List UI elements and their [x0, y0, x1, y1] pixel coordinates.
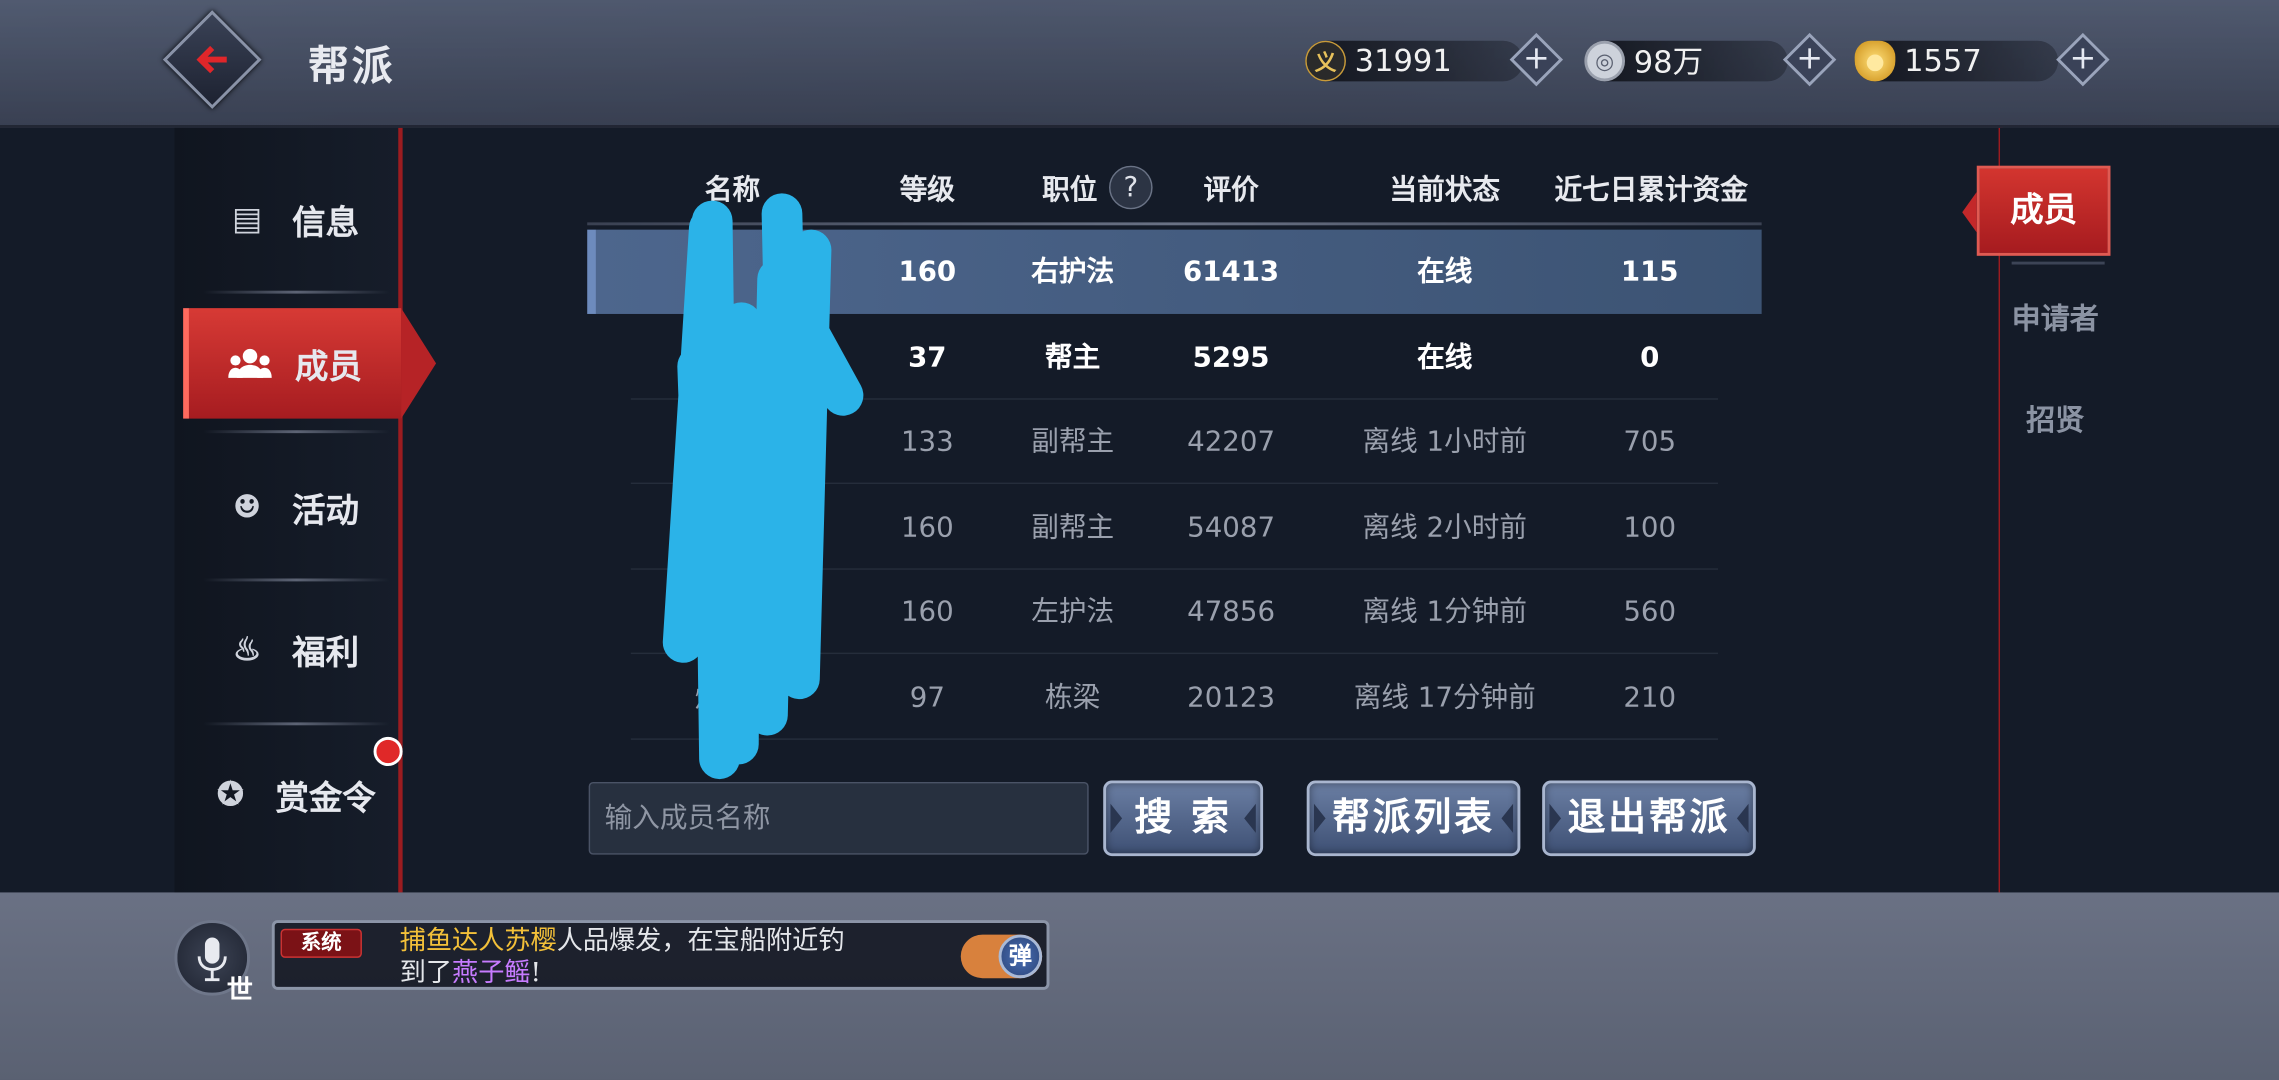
cell-level: 97: [909, 680, 945, 713]
mask-icon: ☻: [232, 488, 262, 527]
sidebar-item-label: 成员: [295, 347, 362, 387]
notification-dot: [373, 736, 403, 766]
cell-rating: 61413: [1183, 255, 1280, 288]
bounty-token-icon: ✪: [216, 776, 244, 814]
page-title: 帮派: [308, 42, 396, 91]
silver-coin-icon: ◎: [1584, 40, 1626, 82]
cell-level: 160: [900, 510, 954, 543]
tab-applicants[interactable]: 申请者: [2000, 295, 2110, 337]
sidebar-item-label: 活动: [292, 491, 360, 531]
help-icon[interactable]: ?: [1109, 165, 1153, 210]
cell-rating: 42207: [1187, 425, 1276, 458]
back-arrow-icon: [196, 45, 227, 74]
column-header-position: 职位: [1042, 174, 1098, 207]
cell-funds: 0: [1640, 340, 1660, 373]
cell-funds: 115: [1620, 255, 1679, 288]
cell-rating: 54087: [1187, 510, 1276, 543]
currency-value: 31991: [1354, 43, 1452, 79]
guild-list-button[interactable]: 帮派列表: [1306, 780, 1521, 857]
plus-icon: +: [1522, 40, 1550, 78]
chat-message-box[interactable]: 系统 捕鱼达人苏樱人品爆发，在宝船附近钓 到了燕子鳐! 弹: [271, 920, 1050, 990]
cell-status: 在线: [1417, 340, 1473, 373]
sidebar-item-info[interactable]: ▤ 信息: [183, 163, 401, 276]
search-button[interactable]: 搜 索: [1103, 780, 1264, 857]
cell-funds: 705: [1623, 425, 1677, 458]
sidebar-item-welfare[interactable]: ♨ 福利: [183, 593, 401, 706]
voice-button[interactable]: 世: [174, 920, 253, 1006]
currency-value: 1557: [1904, 43, 1982, 79]
sidebar-item-label: 福利: [292, 633, 360, 673]
currency-value: 98万: [1633, 45, 1704, 80]
cell-status: 离线 17分钟前: [1353, 680, 1536, 713]
cell-level: 160: [898, 255, 957, 288]
cell-level: 133: [900, 425, 954, 458]
plus-icon: +: [2069, 40, 2097, 78]
cell-position: 左护法: [1031, 595, 1115, 628]
sidebar-item-label: 信息: [292, 203, 360, 243]
column-header-status: 当前状态: [1389, 174, 1501, 207]
currency-silver: ◎ 98万: [1584, 38, 1802, 85]
cell-status: 离线 1小时前: [1362, 425, 1527, 458]
toggle-knob: 弹: [998, 934, 1043, 979]
censor-scribble: [662, 193, 864, 780]
cell-funds: 560: [1623, 595, 1677, 628]
sidebar-item-label: 赏金令: [275, 779, 376, 819]
tab-members[interactable]: 成员: [1962, 165, 2111, 256]
cell-status: 离线 1分钟前: [1362, 595, 1527, 628]
cell-level: 160: [900, 595, 954, 628]
cell-funds: 100: [1623, 510, 1677, 543]
cell-position: 副帮主: [1031, 425, 1115, 458]
column-header-funds: 近七日累计资金: [1554, 174, 1748, 207]
plus-icon: +: [1796, 40, 1824, 78]
members-icon: [228, 344, 272, 382]
cell-position: 右护法: [1031, 255, 1115, 288]
cell-funds: 210: [1623, 680, 1677, 713]
leave-guild-button[interactable]: 退出帮派: [1542, 780, 1756, 857]
cell-position: 帮主: [1045, 340, 1101, 373]
cell-status: 离线 2小时前: [1362, 510, 1527, 543]
cell-rating: 20123: [1187, 680, 1276, 713]
currency-gold: ● 1557: [1854, 38, 2073, 85]
chat-message: 捕鱼达人苏樱人品爆发，在宝船附近钓 到了燕子鳐!: [399, 925, 845, 989]
microphone-icon: [197, 937, 227, 982]
id-card-icon: ▤: [231, 200, 263, 239]
cell-rating: 47856: [1187, 595, 1276, 628]
cell-rating: 5295: [1192, 340, 1270, 373]
member-search-input[interactable]: 输入成员名称: [588, 781, 1089, 855]
sidebar-item-bounty[interactable]: ✪ 赏金令: [183, 738, 401, 851]
popup-toggle[interactable]: 弹: [960, 934, 1043, 979]
cell-level: 37: [908, 340, 947, 373]
world-channel-label: 世: [226, 975, 253, 1006]
cell-position: 副帮主: [1031, 510, 1115, 543]
gold-ingot-icon: ●: [1854, 40, 1896, 82]
cell-status: 在线: [1417, 255, 1473, 288]
gift-bag-icon: ♨: [232, 630, 262, 669]
sidebar-item-members[interactable]: 成员: [183, 308, 437, 419]
column-header-level: 等级: [899, 174, 955, 207]
cell-position: 栋梁: [1045, 680, 1101, 713]
currency-yi: 义 31991: [1305, 38, 1538, 85]
system-channel-badge: 系统: [280, 928, 362, 958]
tab-recruit[interactable]: 招贤: [2000, 397, 2110, 439]
sidebar-item-activity[interactable]: ☻ 活动: [183, 451, 401, 564]
yi-token-icon: 义: [1305, 40, 1346, 82]
column-header-rating: 评价: [1203, 174, 1259, 207]
